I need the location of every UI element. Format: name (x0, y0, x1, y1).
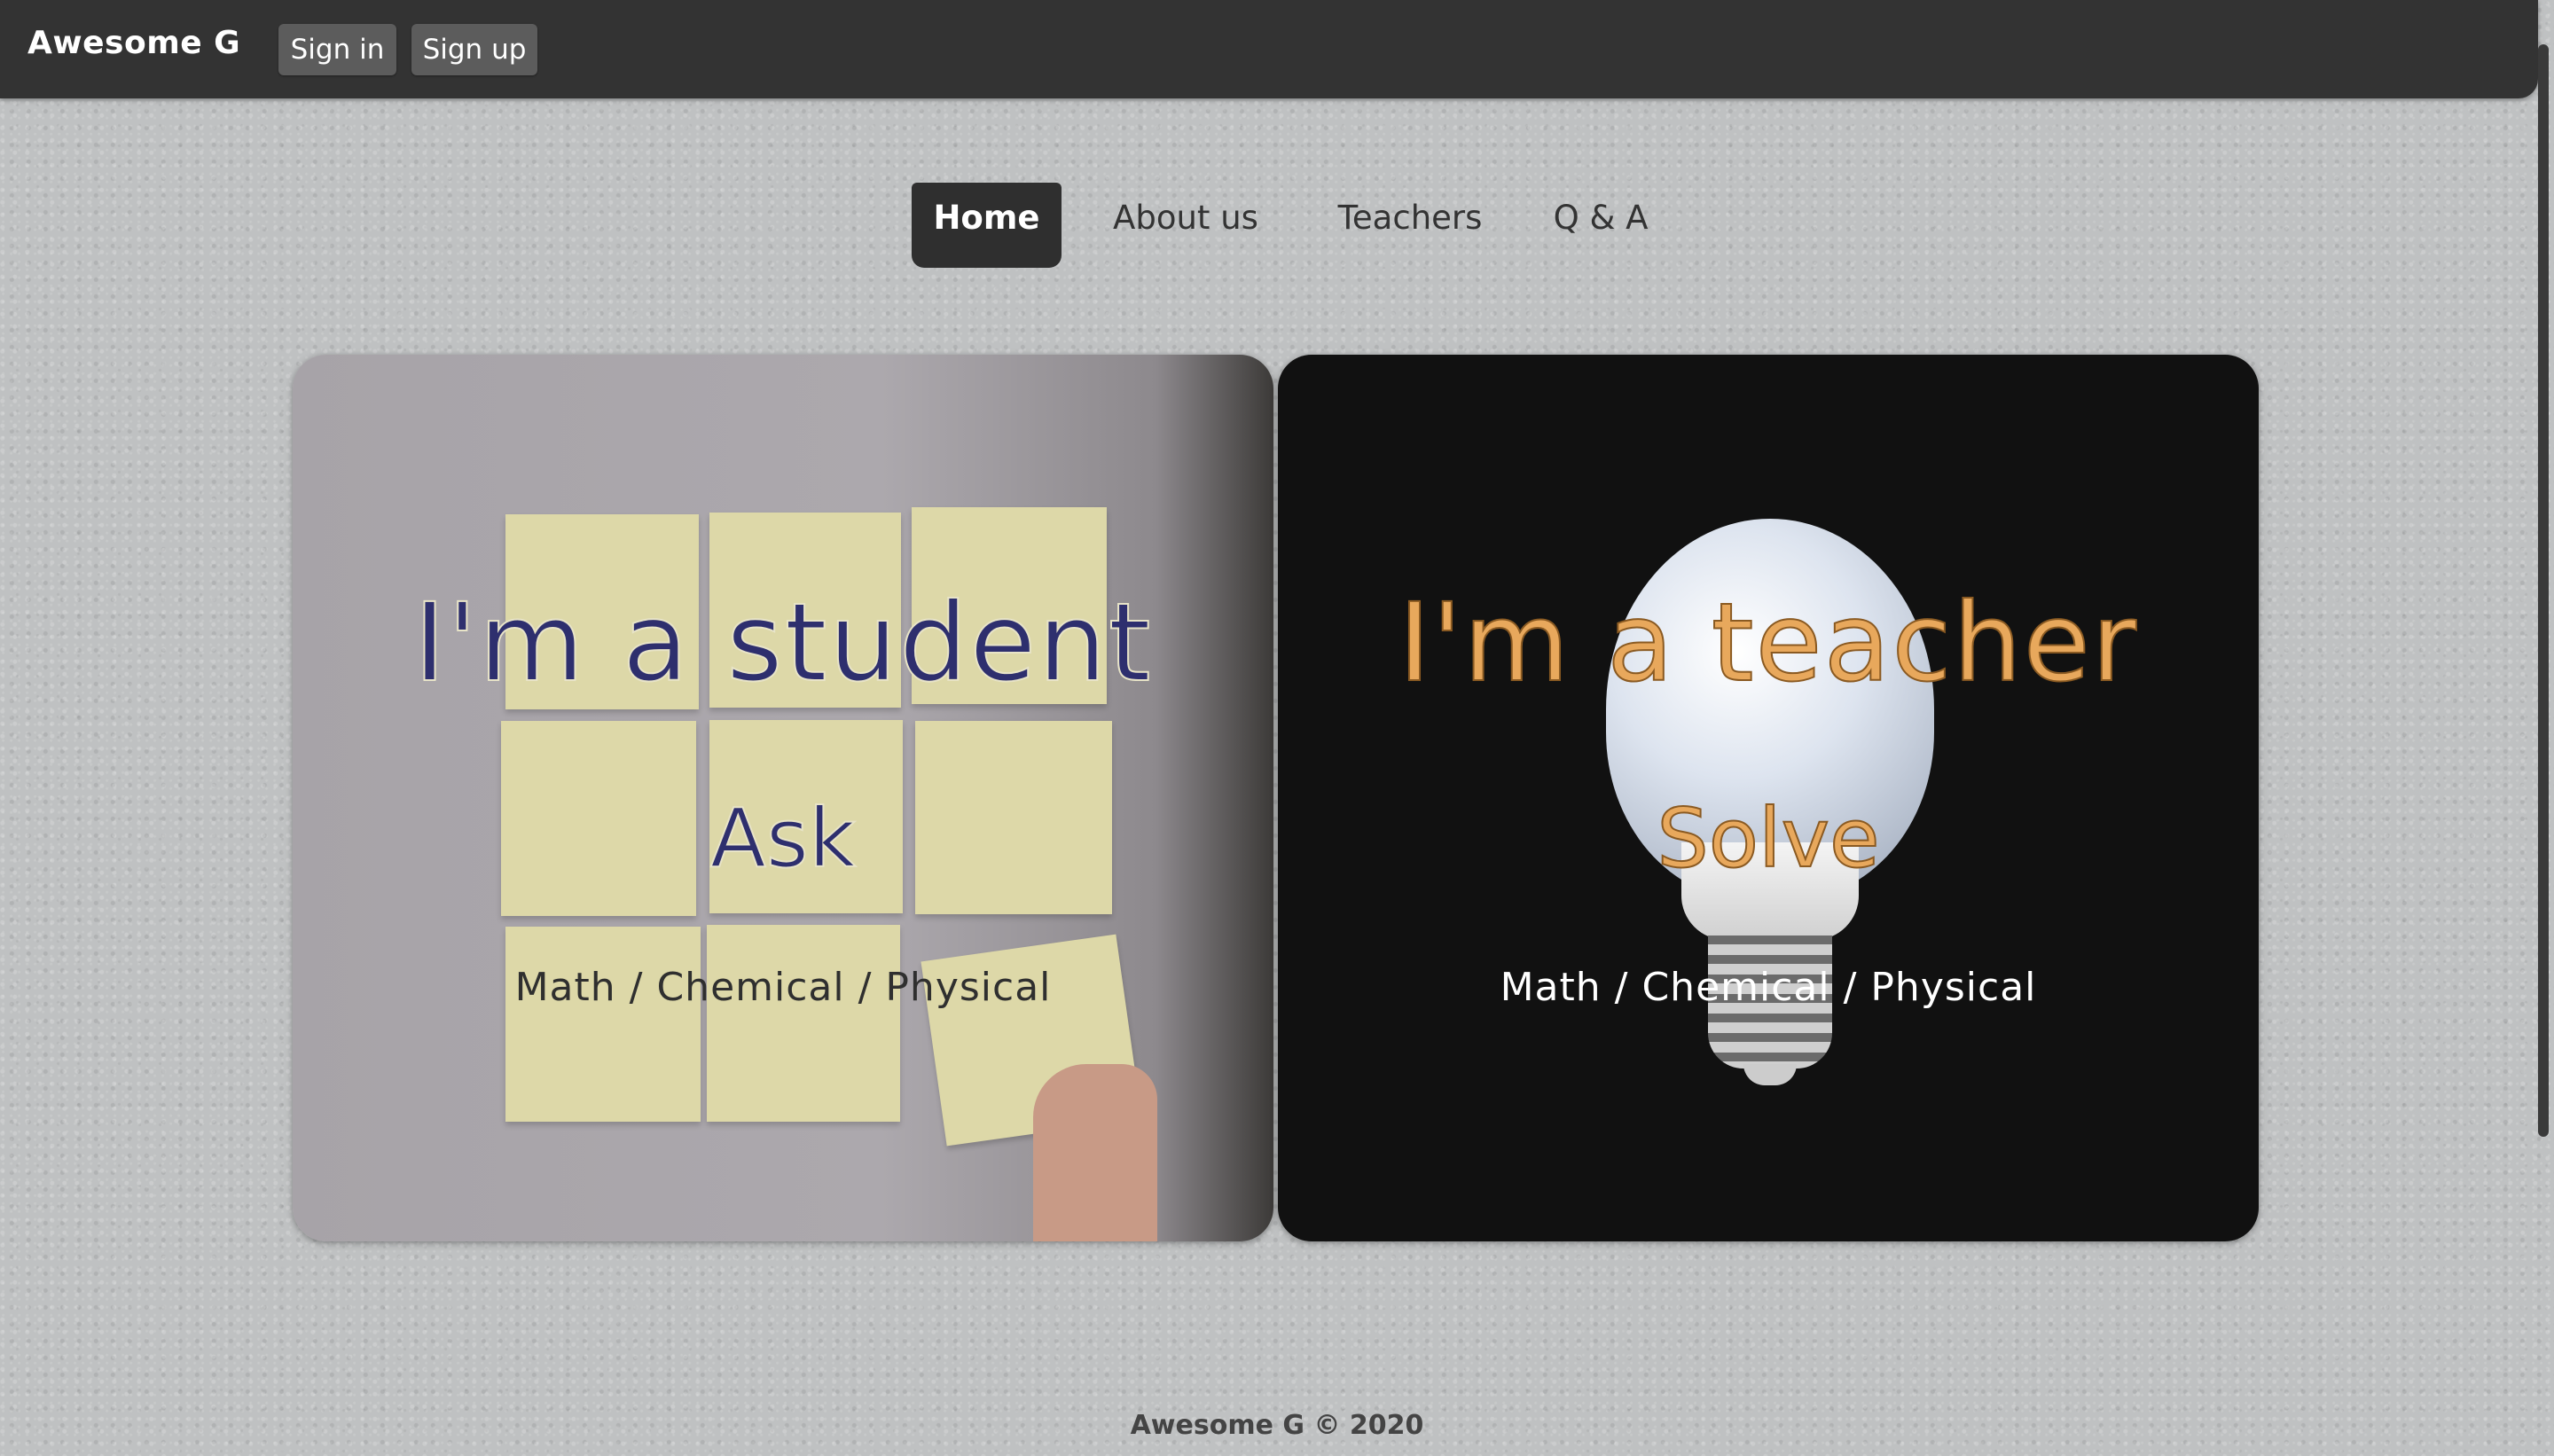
student-card[interactable]: I'm a student Ask Math / Chemical / Phys… (293, 355, 1273, 1241)
teacher-card[interactable]: I'm a teacher Solve Math / Chemical / Ph… (1278, 355, 2259, 1241)
teacher-card-subjects: Math / Chemical / Physical (1500, 965, 2037, 1010)
top-bar: Awesome G Sign in Sign up (0, 0, 2538, 98)
scrollbar-thumb[interactable] (2538, 44, 2549, 1137)
sticky-note (505, 927, 701, 1122)
footer-copyright: Awesome G © 2020 (1130, 1410, 1424, 1441)
sign-up-button[interactable]: Sign up (411, 24, 537, 75)
student-card-title: I'm a student (412, 579, 1153, 707)
student-card-subjects: Math / Chemical / Physical (514, 965, 1052, 1010)
nav-about-us[interactable]: About us (1101, 183, 1270, 268)
hand-image (1033, 1064, 1157, 1241)
light-bulb-tip (1743, 1064, 1797, 1085)
nav-teachers[interactable]: Teachers (1330, 183, 1490, 268)
student-card-action: Ask (709, 790, 857, 887)
nav-home[interactable]: Home (912, 183, 1062, 268)
teacher-card-title: I'm a teacher (1398, 579, 2138, 707)
sign-in-button[interactable]: Sign in (278, 24, 396, 75)
brand-logo[interactable]: Awesome G (27, 25, 240, 61)
nav-qa[interactable]: Q & A (1552, 183, 1649, 268)
main-nav: Home About us Teachers Q & A (0, 183, 2554, 271)
sticky-note (707, 925, 900, 1122)
teacher-card-action: Solve (1656, 790, 1880, 887)
